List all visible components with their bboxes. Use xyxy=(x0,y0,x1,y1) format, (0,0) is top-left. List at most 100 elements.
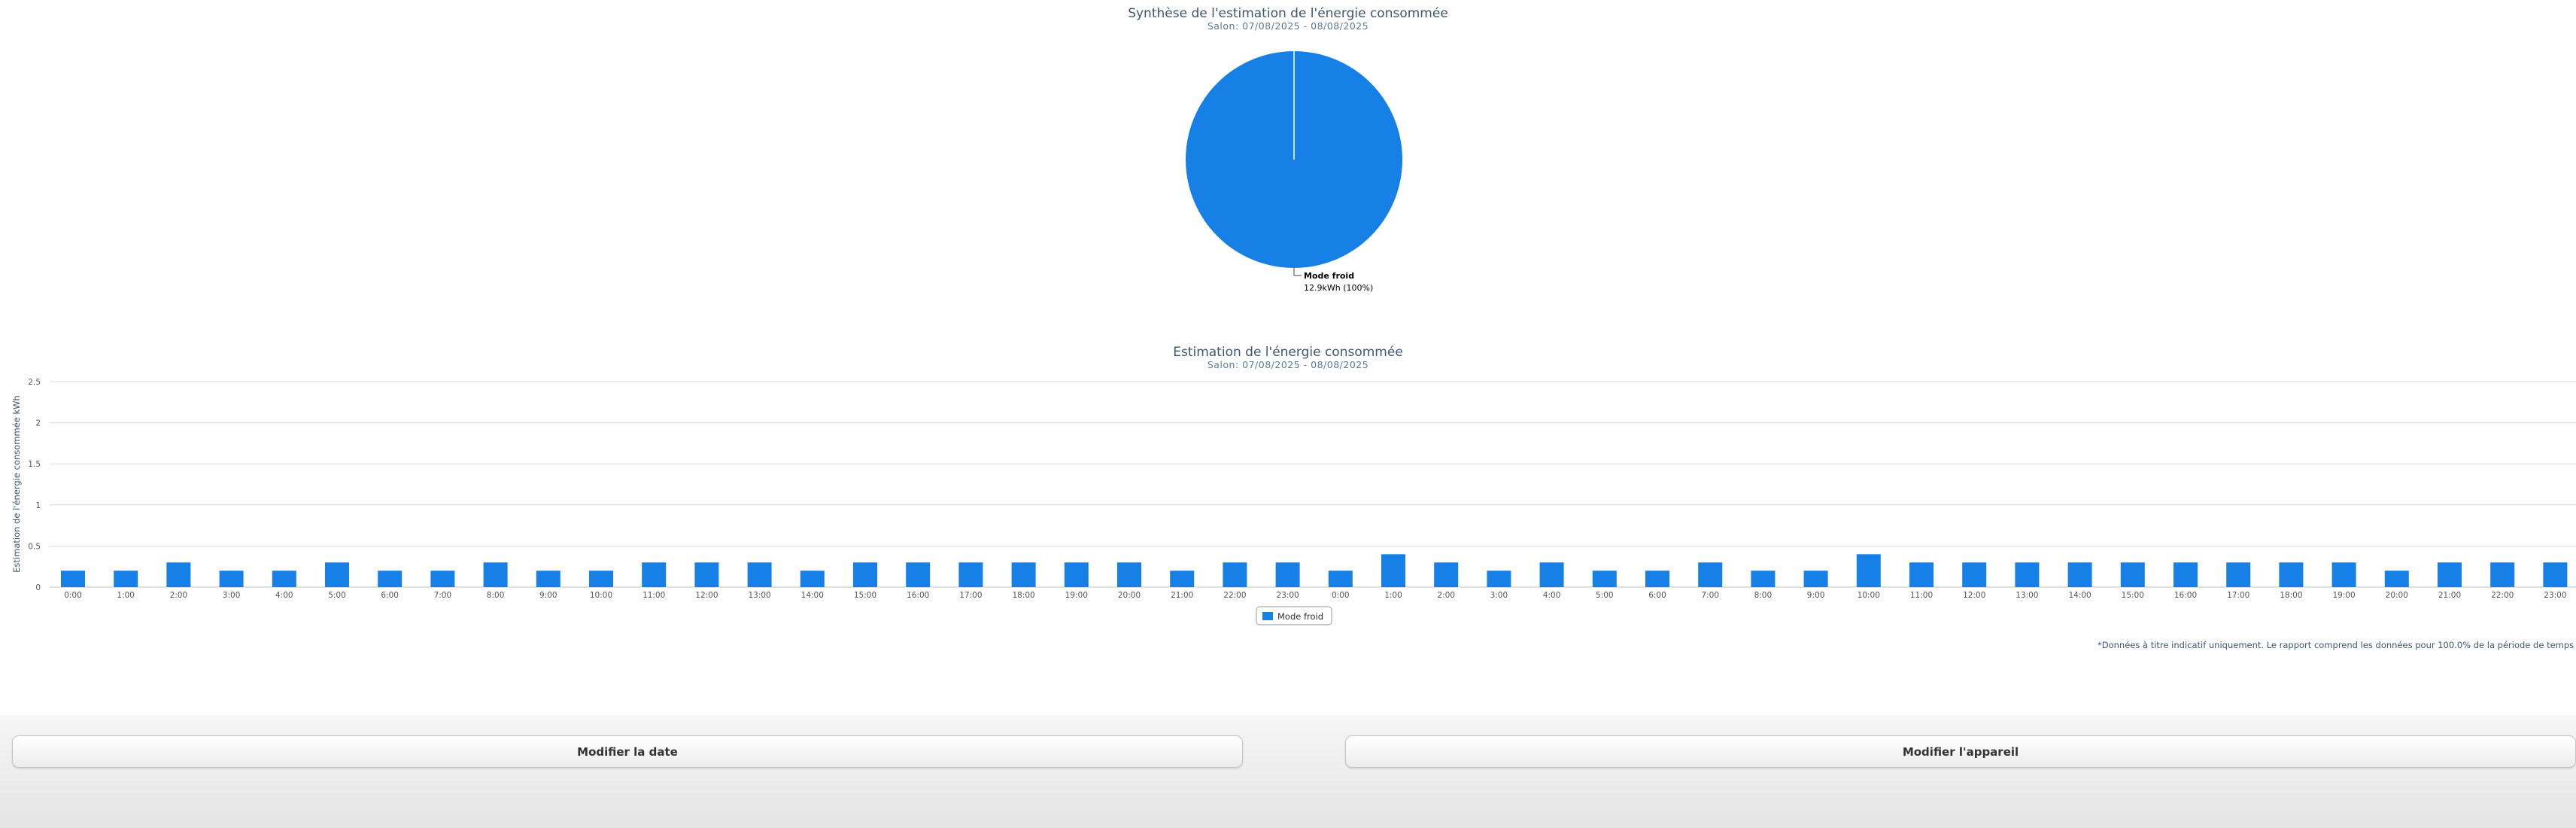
bar[interactable] xyxy=(1434,562,1459,587)
bar[interactable] xyxy=(642,562,667,587)
bar[interactable] xyxy=(958,562,983,587)
x-tick-label: 12:00 xyxy=(695,591,718,600)
x-tick-label: 2:00 xyxy=(1437,591,1455,600)
bar[interactable] xyxy=(1011,562,1036,587)
x-tick-label: 22:00 xyxy=(2491,591,2514,600)
y-tick-label: 2.5 xyxy=(28,378,41,387)
legend-swatch xyxy=(1262,612,1273,620)
bar[interactable] xyxy=(1698,562,1723,587)
x-tick-label: 22:00 xyxy=(1223,591,1246,600)
bar[interactable] xyxy=(114,571,138,587)
x-tick-label: 3:00 xyxy=(223,591,241,600)
x-tick-label: 18:00 xyxy=(2280,591,2302,600)
y-tick-label: 0.5 xyxy=(28,542,41,551)
bar[interactable] xyxy=(61,571,85,587)
bar[interactable] xyxy=(589,571,613,587)
bar[interactable] xyxy=(483,562,508,587)
bar[interactable] xyxy=(1962,562,1987,587)
x-tick-label: 13:00 xyxy=(748,591,770,600)
bar[interactable] xyxy=(906,562,931,587)
bar[interactable] xyxy=(1275,562,1300,587)
change-date-button[interactable]: Modifier la date xyxy=(12,735,1243,768)
y-tick-label: 0 xyxy=(35,583,41,592)
bar[interactable] xyxy=(2120,562,2145,587)
bar[interactable] xyxy=(2331,562,2356,587)
bar[interactable] xyxy=(853,562,877,587)
bar[interactable] xyxy=(1064,562,1089,587)
bar-chart-ylabel: Estimation de l'énergie consommée kWh xyxy=(11,395,22,573)
x-tick-label: 6:00 xyxy=(1648,591,1666,600)
legend-label[interactable]: Mode froid xyxy=(1277,611,1323,622)
footer-note: *Données à titre indicatif uniquement. L… xyxy=(2098,640,2576,650)
x-tick-label: 20:00 xyxy=(2386,591,2408,600)
x-tick-label: 5:00 xyxy=(1596,591,1614,600)
x-tick-label: 14:00 xyxy=(801,591,824,600)
bar[interactable] xyxy=(430,571,455,587)
x-tick-label: 0:00 xyxy=(64,591,82,600)
x-tick-label: 17:00 xyxy=(959,591,982,600)
bar[interactable] xyxy=(536,571,560,587)
x-tick-label: 11:00 xyxy=(1910,591,1933,600)
x-tick-label: 20:00 xyxy=(1118,591,1141,600)
legend[interactable]: Mode froid xyxy=(1256,606,1332,626)
bar[interactable] xyxy=(2438,562,2462,587)
x-tick-label: 7:00 xyxy=(434,591,452,600)
x-tick-label: 13:00 xyxy=(2016,591,2038,600)
bar[interactable] xyxy=(2279,562,2304,587)
bar[interactable] xyxy=(2384,571,2409,587)
x-tick-label: 19:00 xyxy=(2332,591,2355,600)
bar[interactable] xyxy=(1909,562,1934,587)
bar[interactable] xyxy=(378,571,402,587)
bar[interactable] xyxy=(1117,562,1141,587)
bottom-toolbar xyxy=(0,715,2576,828)
x-tick-label: 9:00 xyxy=(539,591,557,600)
bar[interactable] xyxy=(325,562,349,587)
x-tick-label: 10:00 xyxy=(590,591,612,600)
bar[interactable] xyxy=(1328,571,1353,587)
x-tick-label: 10:00 xyxy=(1858,591,1880,600)
y-tick-label: 1 xyxy=(35,501,41,510)
bar[interactable] xyxy=(219,571,244,587)
x-tick-label: 15:00 xyxy=(854,591,876,600)
bar[interactable] xyxy=(2174,562,2198,587)
x-tick-label: 16:00 xyxy=(907,591,929,600)
bar[interactable] xyxy=(1856,554,1881,587)
bar[interactable] xyxy=(1223,562,1247,587)
bar[interactable] xyxy=(1803,571,1828,587)
x-tick-label: 7:00 xyxy=(1701,591,1719,600)
bar[interactable] xyxy=(1381,554,1405,587)
bar[interactable] xyxy=(166,562,191,587)
bar[interactable] xyxy=(1487,571,1511,587)
change-device-button[interactable]: Modifier l'appareil xyxy=(1345,735,2576,768)
x-tick-label: 19:00 xyxy=(1065,591,1088,600)
x-tick-label: 21:00 xyxy=(2438,591,2461,600)
x-tick-label: 8:00 xyxy=(487,591,505,600)
bar[interactable] xyxy=(2067,562,2092,587)
bar[interactable] xyxy=(2226,562,2251,587)
bar[interactable] xyxy=(2543,562,2568,587)
bar[interactable] xyxy=(1170,571,1195,587)
x-tick-label: 4:00 xyxy=(1543,591,1561,600)
x-tick-label: 18:00 xyxy=(1012,591,1034,600)
bar[interactable] xyxy=(1539,562,1564,587)
bar[interactable] xyxy=(2015,562,2040,587)
bar[interactable] xyxy=(747,562,772,587)
bar-chart: 0 0.5 1 1.5 2 2.5 0:00 1:00 2:00 3:00 4:00 5:00 6:0… xyxy=(11,378,2576,626)
x-tick-label: 5:00 xyxy=(328,591,346,600)
x-tick-label: 9:00 xyxy=(1807,591,1825,600)
bar[interactable] xyxy=(800,571,825,587)
bar[interactable] xyxy=(1751,571,1776,587)
x-tick-label: 23:00 xyxy=(2544,591,2566,600)
x-tick-label: 0:00 xyxy=(1332,591,1350,600)
pie-chart: Mode froid 12.9kWh (100%) xyxy=(1186,51,1402,293)
bar[interactable] xyxy=(694,562,719,587)
bar[interactable] xyxy=(1645,571,1669,587)
x-tick-label: 12:00 xyxy=(1963,591,1985,600)
x-tick-label: 4:00 xyxy=(275,591,293,600)
bar[interactable] xyxy=(1592,571,1617,587)
bar[interactable] xyxy=(2490,562,2515,587)
x-tick-label: 6:00 xyxy=(381,591,399,600)
x-tick-label: 17:00 xyxy=(2227,591,2249,600)
bar[interactable] xyxy=(272,571,296,587)
y-tick-label: 1.5 xyxy=(28,460,41,469)
